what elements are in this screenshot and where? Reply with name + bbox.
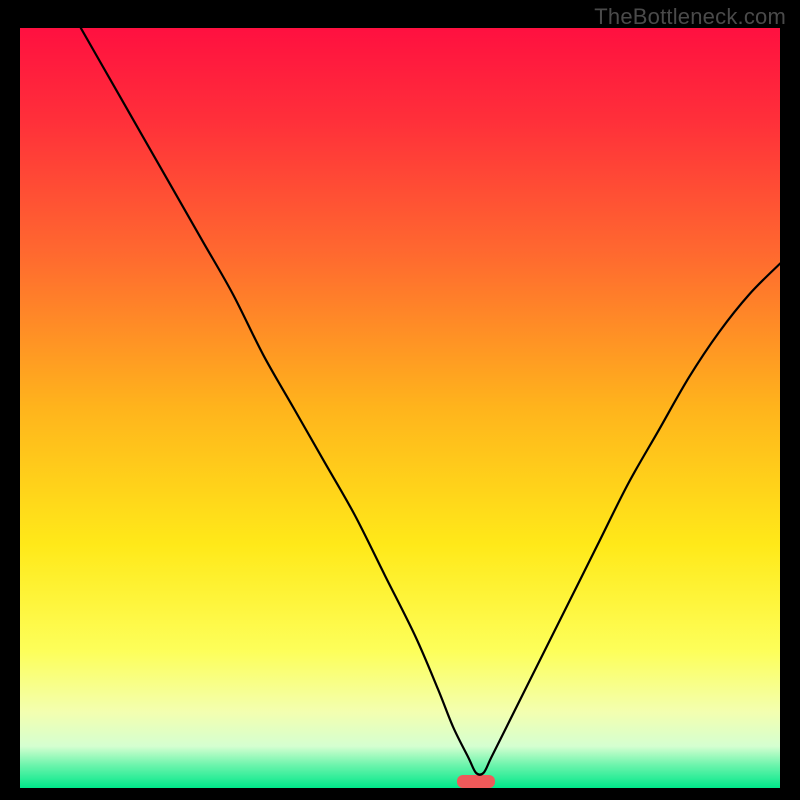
watermark: TheBottleneck.com bbox=[594, 4, 786, 30]
bottleneck-chart bbox=[20, 28, 780, 788]
chart-container: TheBottleneck.com bbox=[0, 0, 800, 800]
bottleneck-marker bbox=[457, 775, 495, 788]
plot-background bbox=[20, 28, 780, 788]
